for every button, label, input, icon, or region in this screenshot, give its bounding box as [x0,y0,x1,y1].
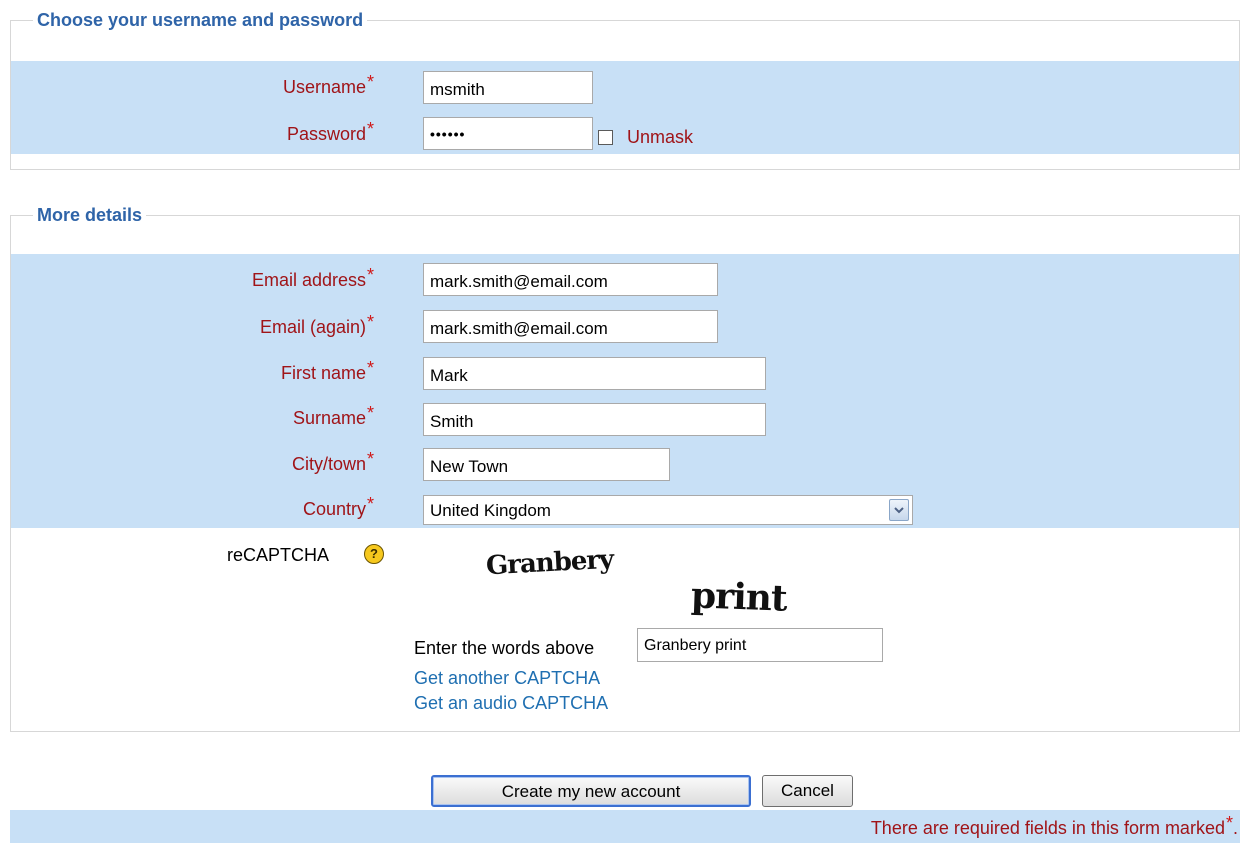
password-label: Password* [286,119,374,144]
username-label: Username* [282,72,374,97]
captcha-input[interactable] [637,628,883,662]
required-marker: * [366,494,374,514]
required-fields-note: There are required fields in this form m… [870,813,1238,838]
country-select[interactable]: United Kingdom [423,495,913,525]
unmask-label[interactable]: Unmask [627,127,693,148]
help-icon[interactable]: ? [364,544,384,564]
password-input[interactable]: •••••• [423,117,593,150]
captcha-word-1: Granbery [485,544,614,582]
create-account-button[interactable]: Create my new account [431,775,751,807]
city-label: City/town* [291,449,374,474]
email-again-input[interactable] [423,310,718,343]
first-name-input[interactable] [423,357,766,390]
captcha-prompt: Enter the words above [414,638,595,658]
email-again-label: Email (again)* [259,312,374,337]
required-marker: * [366,449,374,469]
surname-label: Surname* [292,403,374,428]
details-fieldset: More details Email address* Email (again… [10,205,1240,732]
required-marker: * [366,119,374,139]
get-another-captcha-link[interactable]: Get another CAPTCHA [414,668,600,689]
country-selected-value: United Kingdom [430,501,551,520]
required-marker: * [366,265,374,285]
surname-input[interactable] [423,403,766,436]
required-marker: * [366,312,374,332]
email-input[interactable] [423,263,718,296]
chevron-down-icon[interactable] [889,499,909,521]
cancel-button[interactable]: Cancel [762,775,853,807]
first-name-label: First name* [280,358,374,383]
email-label: Email address* [251,265,374,290]
login-band [11,61,1239,154]
login-fieldset: Choose your username and password Userna… [10,10,1240,170]
captcha-word-2: print [690,574,788,620]
city-input[interactable] [423,448,670,481]
required-marker: * [366,358,374,378]
unmask-checkbox[interactable] [598,130,613,145]
login-legend: Choose your username and password [33,10,368,31]
country-label: Country* [302,494,374,519]
required-marker: * [1225,813,1233,833]
details-legend: More details [33,205,147,226]
captcha-image: Granbery print [481,536,841,626]
recaptcha-label: reCAPTCHA [227,545,330,565]
required-marker: * [366,72,374,92]
password-mask: •••••• [430,126,466,142]
required-marker: * [366,403,374,423]
get-audio-captcha-link[interactable]: Get an audio CAPTCHA [414,693,608,714]
username-input[interactable] [423,71,593,104]
